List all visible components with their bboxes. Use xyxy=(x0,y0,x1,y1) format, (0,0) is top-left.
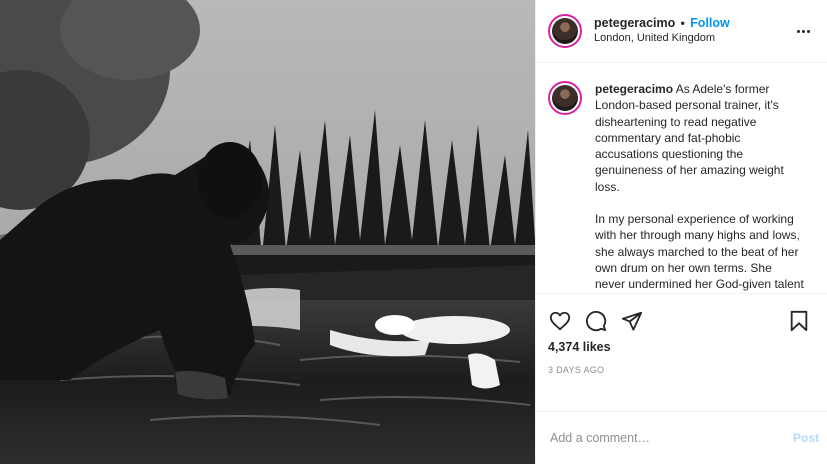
post-location[interactable]: London, United Kingdom xyxy=(594,31,793,46)
comment-bar: Post xyxy=(536,411,827,464)
caption-text: As Adele's former London-based personal … xyxy=(595,82,784,194)
paper-plane-icon-svg xyxy=(621,311,643,331)
heart-icon-svg xyxy=(549,311,571,331)
instagram-post: petegeracimo • Follow London, United Kin… xyxy=(0,0,827,464)
caption-paragraph: petegeracimo As Adele's former London-ba… xyxy=(595,81,805,195)
post-caption: petegeracimo As Adele's former London-ba… xyxy=(595,81,805,293)
post-photo-image xyxy=(0,0,535,464)
comment-input[interactable] xyxy=(550,431,793,445)
avatar-image xyxy=(552,85,578,111)
more-dot xyxy=(801,29,805,33)
comment-icon[interactable] xyxy=(584,309,608,333)
post-photo[interactable] xyxy=(0,0,535,464)
post-comment-button[interactable]: Post xyxy=(793,431,819,445)
comment-icon-svg xyxy=(586,311,607,332)
header-text: petegeracimo • Follow London, United Kin… xyxy=(594,16,793,46)
author-username[interactable]: petegeracimo xyxy=(594,16,675,30)
more-options-icon[interactable] xyxy=(793,21,813,41)
more-dot xyxy=(796,29,800,33)
post-date[interactable]: 3 DAYS AGO xyxy=(548,365,813,375)
avatar-image xyxy=(552,18,578,44)
likes-count[interactable]: 4,374 likes xyxy=(548,340,813,354)
caption-area: petegeracimo As Adele's former London-ba… xyxy=(536,63,827,293)
post-header: petegeracimo • Follow London, United Kin… xyxy=(536,0,827,63)
caption-username[interactable]: petegeracimo xyxy=(595,82,673,96)
more-dot xyxy=(806,29,810,33)
follow-button[interactable]: Follow xyxy=(690,16,730,30)
header-line: petegeracimo • Follow xyxy=(594,16,793,31)
caption-paragraph: In my personal experience of working wit… xyxy=(595,212,804,292)
bookmark-icon-svg xyxy=(790,310,808,332)
caption-author-avatar[interactable] xyxy=(548,81,582,115)
post-actions: 4,374 likes 3 DAYS AGO xyxy=(536,293,827,411)
separator-dot: • xyxy=(680,16,685,30)
heart-icon[interactable] xyxy=(548,309,572,333)
author-avatar[interactable] xyxy=(548,14,582,48)
action-icons xyxy=(548,297,813,345)
post-side-panel: petegeracimo • Follow London, United Kin… xyxy=(535,0,827,464)
bookmark-icon[interactable] xyxy=(787,309,811,333)
paper-plane-icon[interactable] xyxy=(620,309,644,333)
